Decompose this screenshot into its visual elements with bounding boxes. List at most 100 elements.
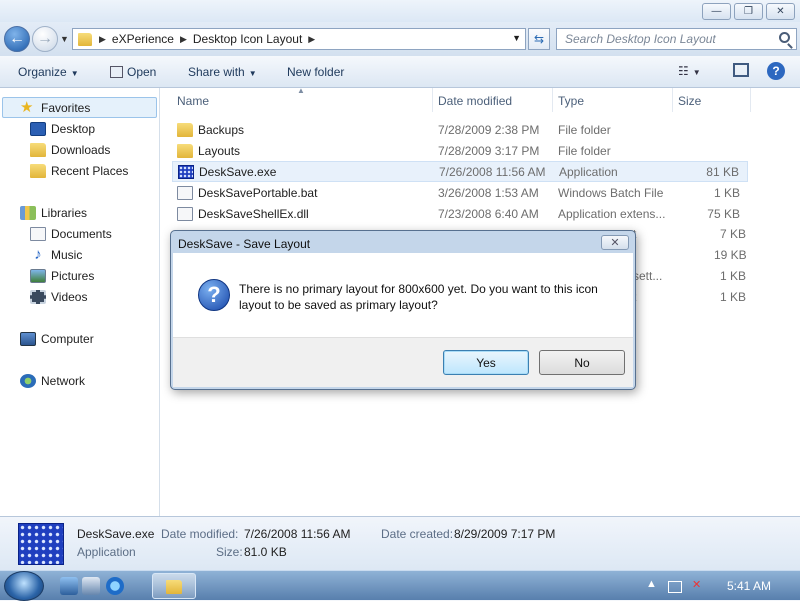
nav-label: Downloads	[51, 143, 111, 157]
nav-item-computer[interactable]: Computer	[20, 329, 94, 349]
yes-button[interactable]: Yes	[443, 350, 529, 375]
new-folder-button[interactable]: New folder	[287, 65, 344, 79]
new-folder-label: New folder	[287, 65, 345, 79]
address-dropdown-icon[interactable]: ▼	[512, 33, 521, 43]
dll-file-icon	[177, 206, 193, 221]
nav-item-videos[interactable]: Videos	[30, 287, 87, 307]
nav-label: Desktop	[51, 122, 96, 136]
nav-item-documents[interactable]: Documents	[30, 224, 112, 244]
taskbar-explorer-button[interactable]	[152, 573, 196, 599]
file-size: 1 KB	[720, 269, 747, 283]
file-type: File folder	[558, 143, 611, 158]
nav-item-music[interactable]: ♪ Music	[30, 245, 82, 265]
desktop-icon	[30, 122, 46, 136]
back-button[interactable]: ←	[4, 26, 30, 52]
chevron-right-icon[interactable]: ▶	[307, 34, 316, 45]
nav-label: Favorites	[41, 101, 91, 115]
details-pane: DeskSave.exe Application Date modified: …	[0, 516, 800, 570]
close-button[interactable]: ✕	[766, 3, 795, 20]
file-row-backups[interactable]: Backups 7/28/2009 2:38 PM File folder	[172, 119, 748, 140]
pictures-icon	[30, 269, 46, 283]
file-size: 1 KB	[713, 185, 740, 200]
clock[interactable]: 5:41 AM	[727, 579, 771, 593]
file-size: 1 KB	[720, 290, 747, 304]
no-button[interactable]: No	[539, 350, 625, 375]
command-bar: Organize ▼ Open Share with ▼ New folder ☷ ▼…	[0, 56, 800, 88]
details-file-type: Application	[77, 545, 136, 559]
organize-label: Organize	[18, 65, 67, 79]
maximize-button[interactable]: ❐	[734, 3, 763, 20]
forward-button[interactable]: →	[32, 26, 58, 52]
window-titlebar: — ❐ ✕	[0, 0, 800, 22]
help-button[interactable]: ?	[767, 62, 785, 80]
chevron-down-icon: ▼	[692, 68, 701, 77]
view-options-button[interactable]: ☷ ▼	[678, 64, 701, 78]
details-size-label: Size:	[216, 545, 243, 559]
show-hidden-icons-icon[interactable]: ▲	[646, 578, 657, 590]
libraries-icon	[20, 206, 36, 220]
dialog-close-button[interactable]: ✕	[601, 235, 629, 250]
column-divider[interactable]	[552, 88, 553, 112]
nav-label: Recent Places	[51, 164, 129, 178]
nav-label: Libraries	[41, 206, 88, 220]
chevron-right-icon[interactable]: ▶	[179, 34, 188, 45]
dialog-title: DeskSave - Save Layout	[178, 237, 311, 251]
file-size: 7 KB	[720, 227, 747, 241]
column-divider[interactable]	[432, 88, 433, 112]
nav-label: Network	[41, 374, 86, 388]
save-layout-dialog: DeskSave - Save Layout ✕ ? There is no p…	[170, 230, 636, 390]
file-row-desksaveshellex-dll[interactable]: DeskSaveShellEx.dll 7/23/2008 6:40 AM Ap…	[172, 203, 748, 224]
question-icon: ?	[198, 279, 230, 311]
breadcrumb-experience[interactable]: eXPerience	[107, 32, 179, 46]
nav-item-network[interactable]: Network	[20, 371, 85, 391]
folder-icon	[177, 143, 193, 158]
network-disconnected-icon[interactable]: ✕	[692, 578, 701, 591]
nav-item-pictures[interactable]: Pictures	[30, 266, 94, 286]
nav-label: Music	[51, 248, 83, 262]
show-desktop-icon[interactable]	[60, 577, 78, 595]
nav-item-libraries[interactable]: Libraries	[20, 203, 87, 223]
column-header-type[interactable]: Type	[558, 94, 584, 108]
minimize-button[interactable]: —	[702, 3, 731, 20]
column-header-size[interactable]: Size	[678, 94, 701, 108]
file-date: 7/26/2008 11:56 AM	[439, 164, 546, 179]
refresh-button[interactable]: ⇆	[528, 28, 550, 50]
search-input[interactable]: Search Desktop Icon Layout	[556, 28, 797, 50]
open-icon	[110, 66, 123, 78]
switch-windows-icon[interactable]	[82, 577, 100, 595]
videos-icon	[30, 290, 46, 304]
file-name: DeskSave.exe	[199, 164, 277, 179]
file-row-desksaveportable-bat[interactable]: DeskSavePortable.bat 3/26/2008 1:53 AM W…	[172, 182, 748, 203]
internet-explorer-icon[interactable]	[106, 577, 124, 595]
breadcrumb-desktop-icon-layout[interactable]: Desktop Icon Layout	[188, 32, 307, 46]
address-bar[interactable]: ▶ eXPerience ▶ Desktop Icon Layout ▶ ▼	[72, 28, 526, 50]
search-icon[interactable]	[779, 32, 790, 43]
nav-item-downloads[interactable]: Downloads	[30, 140, 110, 160]
chevron-right-icon[interactable]: ▶	[98, 34, 107, 45]
organize-button[interactable]: Organize ▼	[18, 65, 79, 79]
history-dropdown-icon[interactable]: ▼	[60, 34, 69, 44]
file-type-fragment: sett...	[633, 269, 663, 283]
sort-ascending-icon: ▲	[297, 86, 305, 95]
column-header-date-modified[interactable]: Date modified	[438, 94, 512, 108]
file-name: Backups	[198, 122, 245, 137]
file-row-layouts[interactable]: Layouts 7/28/2009 3:17 PM File folder	[172, 140, 748, 161]
details-date-created: 8/29/2009 7:17 PM	[454, 527, 556, 541]
details-date-modified: 7/26/2008 11:56 AM	[244, 527, 351, 541]
nav-item-recent-places[interactable]: Recent Places	[30, 161, 128, 181]
preview-pane-button[interactable]	[733, 63, 749, 77]
column-header-name[interactable]: Name	[177, 94, 209, 108]
share-with-button[interactable]: Share with ▼	[188, 65, 257, 79]
nav-item-favorites[interactable]: ★ Favorites	[20, 98, 90, 118]
action-center-icon[interactable]	[668, 581, 682, 593]
file-row-desksave-exe[interactable]: DeskSave.exe 7/26/2008 11:56 AM Applicat…	[172, 161, 748, 182]
open-button[interactable]: Open	[110, 65, 156, 79]
nav-item-desktop[interactable]: Desktop	[30, 119, 95, 139]
batch-file-icon	[177, 185, 193, 200]
column-divider[interactable]	[750, 88, 751, 112]
column-divider[interactable]	[672, 88, 673, 112]
chevron-down-icon: ▼	[248, 69, 257, 78]
start-button[interactable]	[4, 571, 44, 601]
dialog-message: There is no primary layout for 800x600 y…	[239, 282, 598, 312]
file-size: 81 KB	[706, 164, 739, 179]
